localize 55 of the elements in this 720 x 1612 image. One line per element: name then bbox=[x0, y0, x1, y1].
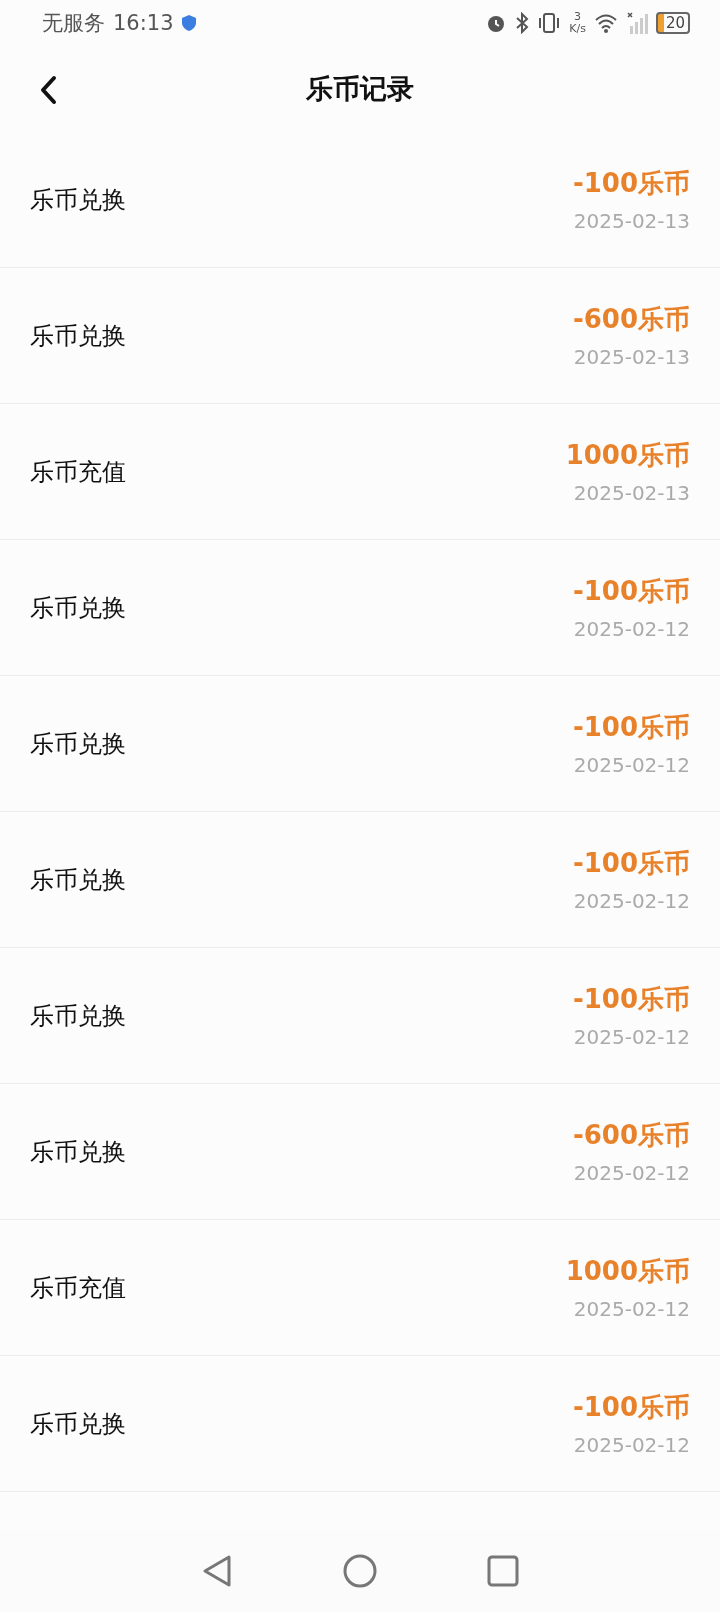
page-title: 乐币记录 bbox=[306, 72, 414, 106]
signal-icon bbox=[625, 12, 648, 34]
back-icon[interactable] bbox=[38, 75, 58, 105]
speed-unit: K/s bbox=[569, 23, 586, 35]
shield-icon bbox=[181, 15, 196, 31]
record-row[interactable]: 乐币充值 1000乐币 2025-02-13 bbox=[0, 404, 720, 540]
carrier-text: 无服务 bbox=[42, 10, 105, 37]
record-date: 2025-02-12 bbox=[573, 1025, 690, 1049]
record-amount: -100乐币 bbox=[572, 983, 690, 1016]
record-row[interactable]: 乐币兑换 -100乐币 2025-02-12 bbox=[0, 812, 720, 948]
record-date: 2025-02-12 bbox=[573, 1161, 690, 1185]
record-date: 2025-02-12 bbox=[573, 1433, 690, 1457]
record-amount: -600乐币 bbox=[572, 1119, 690, 1152]
record-amount: -100乐币 bbox=[572, 575, 690, 608]
record-row[interactable]: 乐币兑换 -100乐币 2025-02-13 bbox=[0, 132, 720, 268]
record-title: 乐币兑换 bbox=[30, 1136, 126, 1168]
record-row[interactable]: 乐币兑换 -600乐币 2025-02-12 bbox=[0, 1084, 720, 1220]
record-amount: -100乐币 bbox=[572, 167, 690, 200]
record-amount: -100乐币 bbox=[572, 1391, 690, 1424]
record-title: 乐币兑换 bbox=[30, 320, 126, 352]
record-title: 乐币兑换 bbox=[30, 592, 126, 624]
bluetooth-icon bbox=[515, 12, 530, 34]
record-amount: -100乐币 bbox=[572, 847, 690, 880]
record-amount: -600乐币 bbox=[572, 303, 690, 336]
record-row[interactable]: 乐币兑换 -100乐币 2025-02-12 bbox=[0, 676, 720, 812]
clock-text: 16:13 bbox=[113, 11, 174, 35]
record-title: 乐币兑换 bbox=[30, 1408, 126, 1440]
record-row[interactable]: 乐币兑换 -100乐币 2025-02-12 bbox=[0, 1356, 720, 1492]
record-title: 乐币充值 bbox=[30, 456, 126, 488]
back-nav-icon[interactable] bbox=[201, 1554, 233, 1588]
record-title: 乐币兑换 bbox=[30, 1000, 126, 1032]
record-date: 2025-02-12 bbox=[573, 889, 690, 913]
vibrate-icon bbox=[537, 12, 562, 34]
speed-value: 3 bbox=[574, 11, 582, 23]
battery-icon: 20 bbox=[655, 12, 690, 34]
record-row[interactable]: 乐币兑换 -100乐币 2025-02-12 bbox=[0, 948, 720, 1084]
record-row[interactable]: 乐币兑换 -600乐币 2025-02-13 bbox=[0, 268, 720, 404]
record-title: 乐币兑换 bbox=[30, 864, 126, 896]
wifi-icon bbox=[593, 13, 618, 33]
record-date: 2025-02-12 bbox=[573, 1297, 690, 1321]
recents-nav-icon[interactable] bbox=[487, 1555, 519, 1587]
record-date: 2025-02-12 bbox=[573, 753, 690, 777]
record-date: 2025-02-13 bbox=[573, 209, 690, 233]
record-date: 2025-02-13 bbox=[573, 481, 690, 505]
record-amount: 1000乐币 bbox=[565, 1255, 690, 1288]
record-date: 2025-02-13 bbox=[573, 345, 690, 369]
record-row[interactable]: 乐币充值 1000乐币 2025-02-12 bbox=[0, 1220, 720, 1356]
record-amount: 1000乐币 bbox=[565, 439, 690, 472]
record-amount: -100乐币 bbox=[572, 711, 690, 744]
record-date: 2025-02-12 bbox=[573, 617, 690, 641]
record-row[interactable]: 乐币兑换 -100乐币 2025-02-12 bbox=[0, 540, 720, 676]
record-title: 乐币兑换 bbox=[30, 728, 126, 760]
record-title: 乐币兑换 bbox=[30, 184, 126, 216]
home-nav-icon[interactable] bbox=[343, 1554, 377, 1588]
record-title: 乐币充值 bbox=[30, 1272, 126, 1304]
